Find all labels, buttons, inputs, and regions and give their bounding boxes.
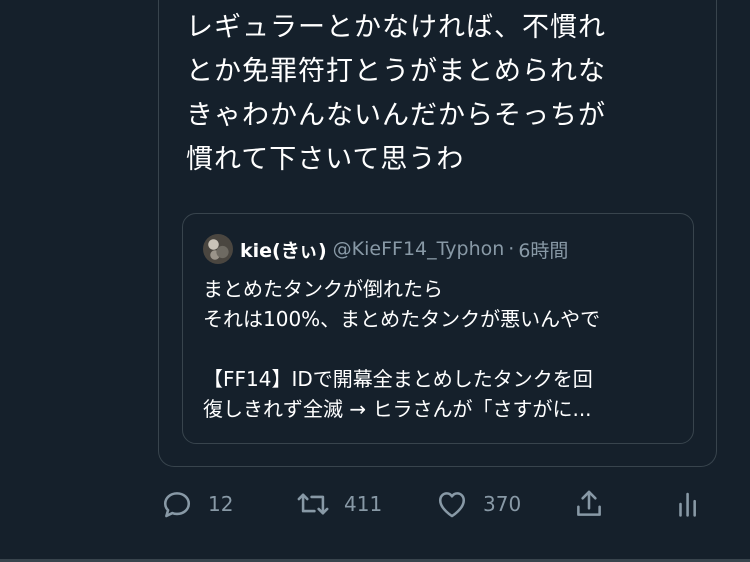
- analytics-icon: [679, 492, 696, 517]
- retweet-icon: [297, 493, 329, 515]
- retweet-count: 411: [344, 492, 383, 516]
- like-count: 370: [483, 492, 522, 516]
- quoted-tweet[interactable]: kie(きぃ) @KieFF14_Typhon · 6時間 まとめたタンクが倒れ…: [182, 213, 694, 444]
- heart-icon: [438, 492, 466, 518]
- share-icon: [577, 490, 601, 516]
- like-button[interactable]: 370: [435, 482, 521, 526]
- quoted-text-line: 復しきれず全滅 → ヒラさんが「さすがに...: [203, 397, 592, 421]
- tweet-detail-view: レギュラーとかなければ、不慣れ とか免罪符打とうがまとめられな きゃわかんないん…: [0, 0, 750, 562]
- retweet-button[interactable]: 411: [296, 482, 382, 526]
- reply-icon: [163, 492, 191, 518]
- quoted-text-line: まとめたタンクが倒れたら: [203, 277, 443, 301]
- quoted-author-handle[interactable]: @KieFF14_Typhon: [333, 238, 505, 260]
- quoted-tweet-text: まとめたタンクが倒れたら それは100%、まとめたタンクが悪いんやで 【FF14…: [203, 274, 683, 424]
- separator-dot: ·: [508, 238, 515, 260]
- quoted-text-line: それは100%、まとめたタンクが悪いんやで: [203, 307, 601, 331]
- quoted-tweet-time[interactable]: 6時間: [518, 236, 568, 263]
- share-button[interactable]: [572, 482, 606, 526]
- tweet-action-bar: 12 411 370: [158, 482, 718, 526]
- reply-button[interactable]: 12: [160, 482, 233, 526]
- quoted-tweet-header: kie(きぃ) @KieFF14_Typhon · 6時間: [203, 234, 568, 264]
- tweet-text: レギュラーとかなければ、不慣れ とか免罪符打とうがまとめられな きゃわかんないん…: [186, 12, 606, 175]
- quoted-author-name[interactable]: kie(きぃ): [240, 236, 327, 263]
- avatar[interactable]: [203, 234, 233, 264]
- quoted-text-line: 【FF14】IDで開幕全まとめしたタンクを回: [203, 367, 593, 391]
- reply-count: 12: [208, 492, 234, 516]
- analytics-button[interactable]: [672, 482, 706, 526]
